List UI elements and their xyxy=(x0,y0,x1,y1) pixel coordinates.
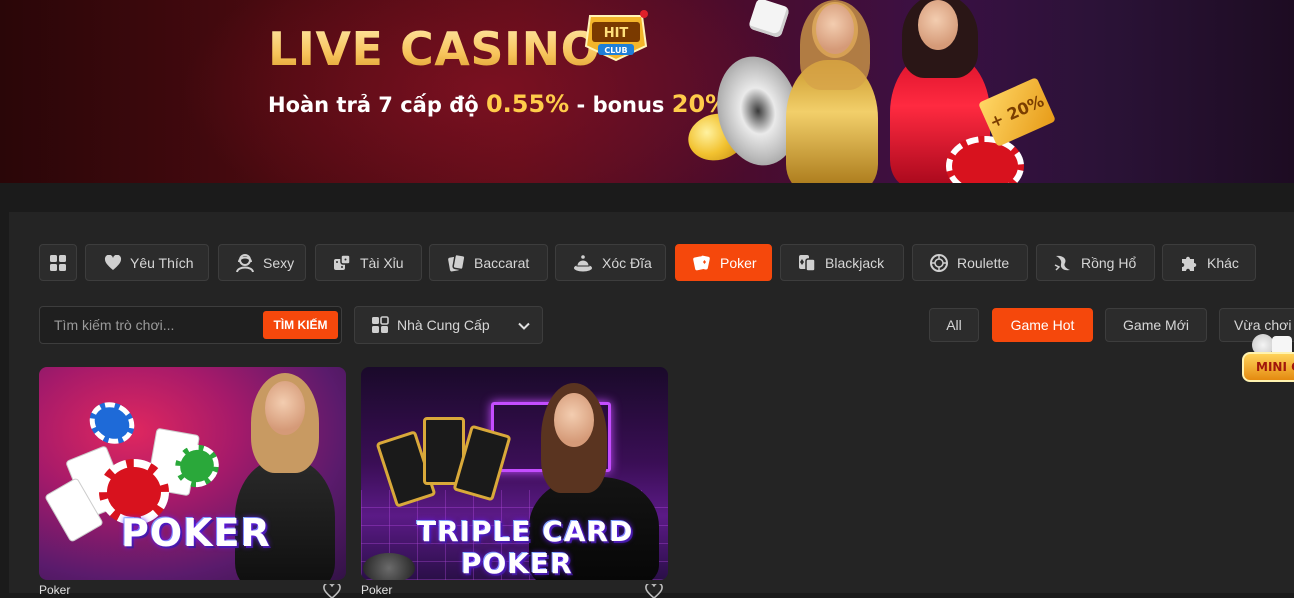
category-yeu-thich[interactable]: Yêu Thích xyxy=(85,244,209,281)
category-khac[interactable]: Khác xyxy=(1162,244,1256,281)
game-card-triple-card-poker[interactable]: TRIPLE CARD POKER xyxy=(361,367,668,580)
category-label: Tài Xỉu xyxy=(360,254,404,271)
dealer-face xyxy=(265,381,305,435)
banner-subtitle-prefix: Hoàn trả 7 cấp độ xyxy=(268,93,486,117)
cards-icon xyxy=(448,253,466,271)
category-label: Khác xyxy=(1207,254,1239,271)
search-input[interactable] xyxy=(40,307,260,343)
category-baccarat[interactable]: Baccarat xyxy=(429,244,548,281)
casino-chip-icon xyxy=(946,136,1024,183)
banner-title: LIVE CASINO xyxy=(268,22,601,76)
svg-text:CLUB: CLUB xyxy=(604,46,627,55)
category-sexy[interactable]: Sexy xyxy=(218,244,306,281)
blackjack-icon xyxy=(799,254,816,272)
tab-game-hot[interactable]: Game Hot xyxy=(992,308,1093,342)
svg-text:HIT: HIT xyxy=(604,26,629,41)
tab-all[interactable]: All xyxy=(929,308,979,342)
category-label: Yêu Thích xyxy=(130,254,194,271)
category-blackjack[interactable]: Blackjack xyxy=(780,244,904,281)
category-label: Sexy xyxy=(263,254,295,271)
category-roulette[interactable]: Roulette xyxy=(912,244,1028,281)
favorite-heart-icon[interactable] xyxy=(322,584,342,598)
heart-icon xyxy=(104,254,122,270)
grid-icon xyxy=(50,254,66,271)
chip-stack-icon xyxy=(363,553,415,580)
dealer-face xyxy=(816,4,854,54)
game-card-name: Poker xyxy=(361,583,393,597)
banner-subtitle: Hoàn trả 7 cấp độ 0.55% - bonus 20% xyxy=(268,90,729,118)
category-label: Rồng Hổ xyxy=(1081,254,1137,271)
dealer-face-2 xyxy=(918,0,958,50)
game-card-name: Poker xyxy=(39,583,71,597)
hit-club-logo: HIT CLUB xyxy=(584,10,648,62)
category-xoc-dia[interactable]: Xóc Đĩa xyxy=(555,244,666,281)
mini-game-widget[interactable]: MINI GAME xyxy=(1234,334,1294,394)
tab-game-moi[interactable]: Game Mới xyxy=(1105,308,1207,342)
puzzle-icon xyxy=(1182,256,1197,271)
category-label: Roulette xyxy=(957,254,1010,271)
mini-game-label: MINI GAME xyxy=(1242,352,1294,382)
poker-icon xyxy=(693,255,710,270)
dealer-icon xyxy=(236,253,254,272)
all-categories-button[interactable] xyxy=(39,244,77,281)
casino-chip-icon xyxy=(82,394,142,452)
game-card-title-line2: POKER xyxy=(461,547,573,580)
favorite-heart-icon[interactable] xyxy=(644,584,664,598)
dice-icon xyxy=(334,253,351,270)
game-card-title-line1: TRIPLE CARD xyxy=(417,515,634,548)
plate-icon xyxy=(574,254,592,271)
category-label: Poker xyxy=(720,254,757,271)
chevron-down-icon xyxy=(518,322,530,330)
provider-label: Nhà Cung Cấp xyxy=(397,317,490,333)
provider-select[interactable]: Nhà Cung Cấp xyxy=(354,306,543,344)
banner-subtitle-mid: - bonus xyxy=(569,93,672,117)
category-label: Xóc Đĩa xyxy=(602,254,652,271)
promo-banner[interactable]: LIVE CASINO HIT CLUB Hoàn trả 7 cấp độ 0… xyxy=(0,0,1294,183)
banner-rate: 0.55% xyxy=(485,90,570,118)
search-button[interactable]: TÌM KIẾM xyxy=(263,311,338,339)
game-card-title: POKER xyxy=(121,511,271,555)
category-label: Blackjack xyxy=(825,254,885,271)
dragon-icon xyxy=(1054,255,1070,271)
category-label: Baccarat xyxy=(474,254,530,271)
grid-icon xyxy=(372,316,389,333)
roulette-icon xyxy=(930,253,948,272)
game-search: TÌM KIẾM xyxy=(39,306,342,344)
game-card-poker[interactable]: POKER xyxy=(39,367,346,580)
category-tai-xiu[interactable]: Tài Xỉu xyxy=(315,244,422,281)
category-rong-ho[interactable]: Rồng Hổ xyxy=(1036,244,1155,281)
dealer-face xyxy=(554,393,594,447)
category-poker[interactable]: Poker xyxy=(675,244,772,281)
